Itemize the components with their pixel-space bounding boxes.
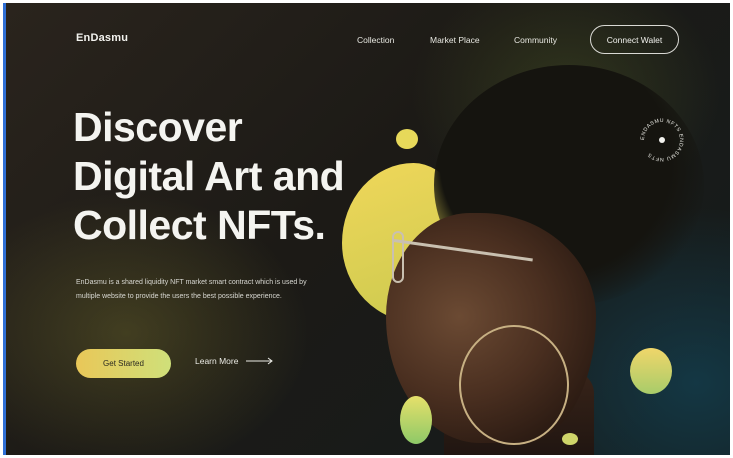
headline-line-1: Discover [73,104,243,150]
small-yellow-circle [396,129,418,149]
gradient-circle-bottom [400,396,432,444]
nav-link-market-place[interactable]: Market Place [430,35,480,45]
gradient-circle-right [630,348,672,394]
gradient-circle-small-bottom [562,433,578,445]
badge-center-dot [659,137,665,143]
learn-more-label: Learn More [195,356,239,366]
headline-line-2: Digital Art and [73,153,345,199]
get-started-button[interactable]: Get Started [76,349,171,378]
rotating-badge-icon: ENDASMU NFTS ENDASMU NFTS [640,118,684,162]
arrow-right-icon [246,357,274,365]
headline-line-3: Collect NFTs. [73,202,326,248]
hero-headline: Discover Digital Art and Collect NFTs. [73,103,345,250]
learn-more-link[interactable]: Learn More [195,356,274,366]
glasses-lens [392,231,404,283]
landing-page: EnDasmu Collection Market Place Communit… [3,3,730,455]
brand-logo[interactable]: EnDasmu [76,32,128,44]
hoop-earring [459,325,569,445]
hero-artwork: ENDASMU NFTS ENDASMU NFTS [326,63,730,455]
nav-link-collection[interactable]: Collection [357,35,394,45]
nav-link-community[interactable]: Community [514,35,557,45]
connect-wallet-button[interactable]: Connect Walet [590,25,679,54]
hero-description: EnDasmu is a shared liquidity NFT market… [76,279,307,300]
